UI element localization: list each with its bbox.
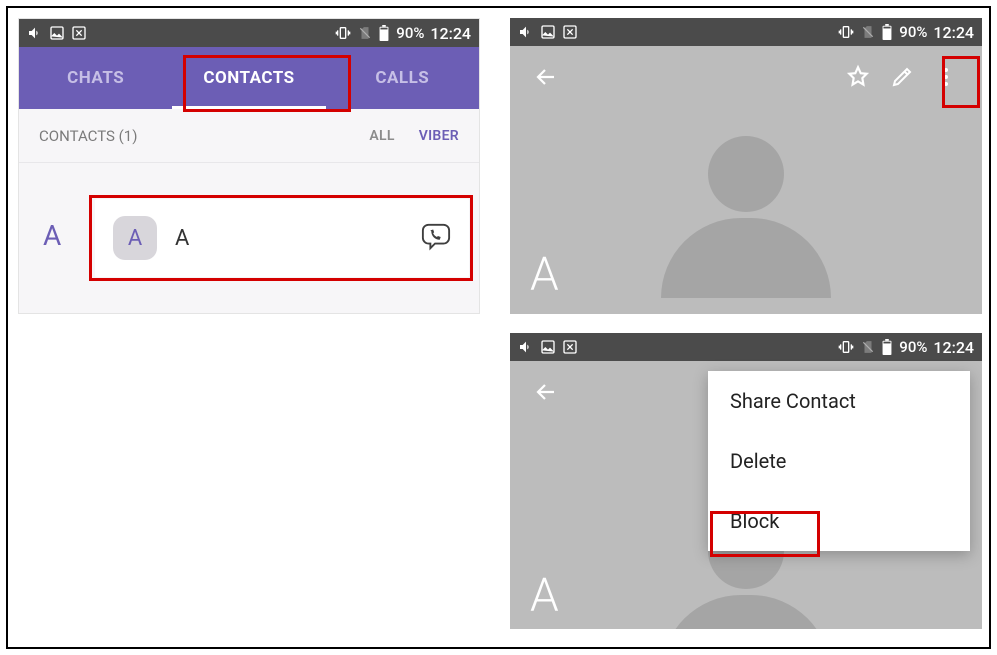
tab-contacts[interactable]: CONTACTS [172, 47, 325, 109]
menu-block[interactable]: Block [708, 491, 970, 551]
volume-icon [27, 25, 43, 41]
vibrate-icon [837, 339, 855, 355]
battery-percent: 90% [396, 24, 424, 42]
no-sim-icon [861, 24, 875, 40]
arrow-left-icon [534, 380, 558, 404]
tab-calls[interactable]: CALLS [326, 47, 479, 109]
avatar-placeholder [661, 136, 831, 298]
picture-icon [540, 339, 556, 355]
screen-contact-detail: 90% 12:24 A [510, 18, 982, 314]
volume-icon [518, 24, 534, 40]
no-sim-icon [861, 339, 875, 355]
no-sim-icon [358, 25, 372, 41]
filter-bar: CONTACTS (1) ALL VIBER [19, 109, 479, 163]
x-box-icon [562, 339, 578, 355]
contacts-count-label: CONTACTS (1) [39, 127, 137, 145]
app-bar [510, 46, 982, 108]
menu-share-contact[interactable]: Share Contact [708, 371, 970, 431]
back-button[interactable] [524, 370, 568, 414]
filter-all[interactable]: ALL [369, 128, 394, 144]
clock-time: 12:24 [430, 24, 471, 43]
section-letter: A [43, 219, 61, 252]
picture-icon [540, 24, 556, 40]
battery-icon [378, 25, 390, 41]
tutorial-frame: 90% 12:24 CHATS CONTACTS CALLS CONTACTS … [6, 6, 991, 649]
x-box-icon [562, 24, 578, 40]
vibrate-icon [334, 25, 352, 41]
picture-icon [49, 25, 65, 41]
edit-button[interactable] [880, 55, 924, 99]
x-box-icon [71, 25, 87, 41]
overflow-menu: Share Contact Delete Block [708, 371, 970, 551]
volume-icon [518, 339, 534, 355]
filter-viber[interactable]: VIBER [419, 128, 459, 144]
contact-initial: A [530, 248, 559, 302]
favorite-button[interactable] [836, 55, 880, 99]
status-bar: 90% 12:24 [19, 19, 479, 47]
arrow-left-icon [534, 65, 558, 89]
screen-contact-menu: 90% 12:24 A Share Contact Delete Block [510, 333, 982, 629]
viber-call-icon[interactable] [421, 221, 451, 255]
more-vertical-icon [934, 65, 958, 89]
battery-percent: 90% [899, 23, 927, 41]
contact-name: A [175, 226, 189, 251]
clock-time: 12:24 [933, 23, 974, 42]
status-bar: 90% 12:24 [510, 333, 982, 361]
contact-row[interactable]: A A [95, 199, 469, 277]
screen-contacts-list: 90% 12:24 CHATS CONTACTS CALLS CONTACTS … [18, 18, 480, 314]
more-button[interactable] [924, 55, 968, 99]
back-button[interactable] [524, 55, 568, 99]
contact-avatar: A [113, 216, 157, 260]
tab-bar: CHATS CONTACTS CALLS [19, 47, 479, 109]
star-outline-icon [845, 64, 871, 90]
battery-percent: 90% [899, 338, 927, 356]
clock-time: 12:24 [933, 338, 974, 357]
vibrate-icon [837, 24, 855, 40]
battery-icon [881, 24, 893, 40]
tab-chats[interactable]: CHATS [19, 47, 172, 109]
menu-delete[interactable]: Delete [708, 431, 970, 491]
status-bar: 90% 12:24 [510, 18, 982, 46]
pencil-icon [890, 65, 914, 89]
battery-icon [881, 339, 893, 355]
contact-initial: A [530, 569, 559, 623]
